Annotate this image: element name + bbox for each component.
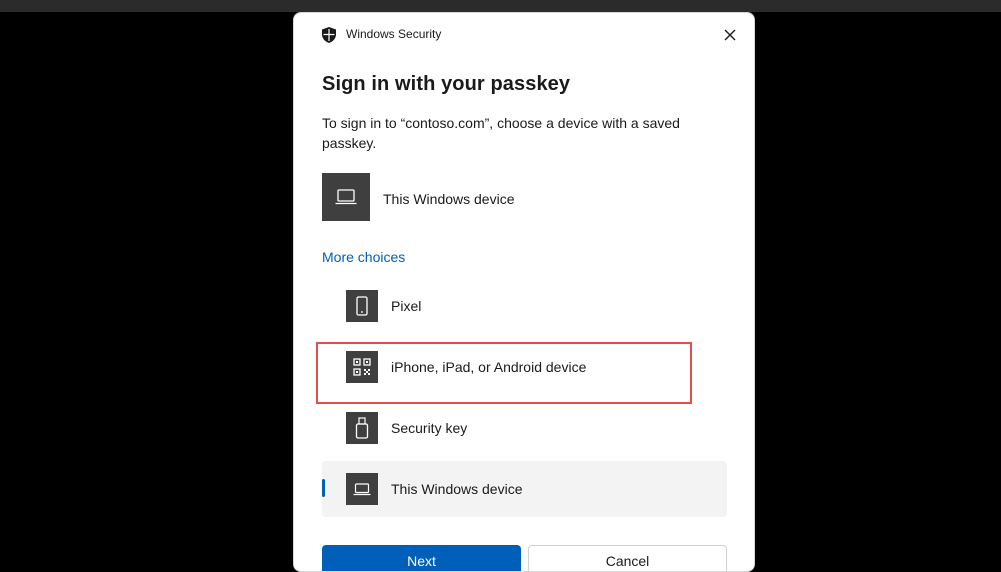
- option-tile: [346, 473, 378, 505]
- usb-key-icon: [355, 417, 369, 439]
- option-tile: [346, 351, 378, 383]
- dialog-heading: Sign in with your passkey: [322, 73, 571, 95]
- option-qr-device[interactable]: iPhone, iPad, or Android device: [322, 339, 727, 395]
- option-pixel[interactable]: Pixel: [322, 278, 727, 334]
- dialog-description: To sign in to “contoso.com”, choose a de…: [322, 115, 680, 151]
- background-top-strip: [0, 0, 1001, 12]
- option-label: iPhone, iPad, or Android device: [391, 359, 587, 375]
- shield-icon: [322, 27, 336, 43]
- next-button[interactable]: Next: [322, 545, 521, 571]
- qr-code-icon: [353, 358, 371, 376]
- option-label: Pixel: [391, 298, 422, 314]
- phone-icon: [356, 296, 368, 316]
- windows-security-dialog: Windows Security Sign in with your passk…: [293, 12, 755, 572]
- close-icon[interactable]: [722, 27, 738, 43]
- selection-indicator: [322, 479, 325, 497]
- option-this-windows-device[interactable]: This Windows device: [322, 461, 727, 517]
- more-choices-link[interactable]: More choices: [322, 249, 405, 265]
- app-title: Windows Security: [346, 27, 442, 41]
- primary-device-label: This Windows device: [383, 191, 515, 207]
- option-security-key[interactable]: Security key: [322, 400, 727, 456]
- laptop-icon: [335, 189, 357, 205]
- cancel-button[interactable]: Cancel: [528, 545, 727, 571]
- laptop-icon: [353, 482, 371, 495]
- title-bar: Windows Security: [294, 13, 754, 57]
- primary-device-tile: [322, 173, 370, 221]
- option-label: Security key: [391, 420, 468, 436]
- option-tile: [346, 290, 378, 322]
- option-tile: [346, 412, 378, 444]
- option-label: This Windows device: [391, 481, 523, 497]
